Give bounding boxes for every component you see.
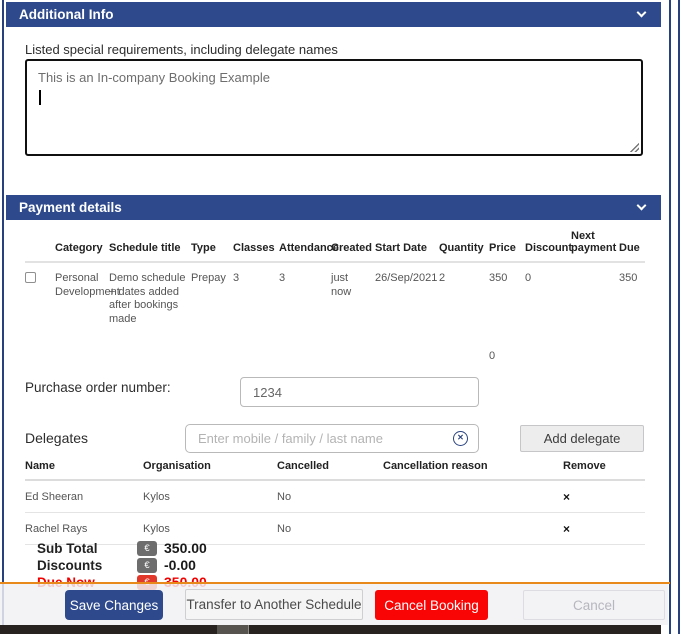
transfer-schedule-button[interactable]: Transfer to Another Schedule (185, 589, 363, 620)
text-cursor (39, 90, 41, 105)
col-classes: Classes (233, 230, 279, 262)
col-discount: Discount (525, 230, 571, 262)
table-summary-value: 0 (489, 350, 495, 362)
cell-due: 350 (619, 262, 645, 326)
cell-created: just now (331, 262, 375, 326)
payment-table: Category Schedule title Type Classes Att… (25, 230, 645, 326)
delegate-organisation: Kylos (143, 480, 277, 513)
col-category: Category (55, 230, 109, 262)
cell-type: Prepay (191, 262, 233, 326)
chevron-down-icon[interactable] (637, 8, 647, 18)
cancel-booking-button[interactable]: Cancel Booking (375, 590, 488, 620)
euro-badge-icon: € (137, 558, 157, 573)
additional-info-title: Additional Info (19, 7, 113, 22)
cell-attendance: 3 (279, 262, 331, 326)
special-requirements-textarea[interactable]: This is an In-company Booking Example (25, 59, 643, 156)
add-delegate-button[interactable]: Add delegate (520, 425, 644, 452)
delegate-cancellation-reason (383, 513, 563, 545)
remove-delegate-icon[interactable]: × (563, 522, 570, 536)
col-price: Price (489, 230, 525, 262)
cancel-button[interactable]: Cancel (523, 590, 665, 620)
col-attendance: Attendance (279, 230, 331, 262)
delegates-header-row: Name Organisation Cancelled Cancellation… (25, 456, 645, 480)
remove-delegate-icon[interactable]: × (563, 490, 570, 504)
scrollbar-thumb[interactable] (217, 625, 249, 634)
cell-quantity: 2 (439, 262, 489, 326)
col-start-date: Start Date (375, 230, 439, 262)
discounts-label: Discounts (37, 558, 137, 573)
special-requirements-label: Listed special requirements, including d… (25, 42, 338, 57)
payment-table-row: Personal Development Demo schedule + dat… (25, 262, 645, 326)
euro-badge-icon: € (137, 541, 157, 556)
delegate-search-input[interactable] (185, 424, 479, 453)
save-changes-button[interactable]: Save Changes (65, 590, 163, 620)
cell-discount: 0 (525, 262, 571, 326)
delegate-cancellation-reason (383, 480, 563, 513)
resize-handle-icon[interactable] (628, 141, 639, 152)
col-organisation: Organisation (143, 456, 277, 480)
discounts-value: -0.00 (164, 557, 196, 573)
discounts-row: Discounts € -0.00 (37, 557, 207, 573)
cell-next-payment (571, 262, 619, 326)
subtotal-value: 350.00 (164, 540, 207, 556)
cell-schedule-title: Demo schedule + dates added after bookin… (109, 262, 191, 326)
cell-classes: 3 (233, 262, 279, 326)
clear-search-icon[interactable]: ✕ (453, 431, 468, 446)
payment-details-title: Payment details (19, 200, 122, 215)
purchase-order-label: Purchase order number: (25, 380, 171, 395)
delegate-name: Ed Sheeran (25, 480, 143, 513)
payment-details-header[interactable]: Payment details (6, 195, 661, 220)
subtotal-label: Sub Total (37, 541, 137, 556)
col-schedule-title: Schedule title (109, 230, 191, 262)
delegate-row: Ed Sheeran Kylos No × (25, 480, 645, 513)
col-cancelled: Cancelled (277, 456, 383, 480)
purchase-order-input[interactable] (240, 377, 479, 407)
page-right-border (678, 0, 680, 634)
delegate-cancelled: No (277, 480, 383, 513)
subtotal-row: Sub Total € 350.00 (37, 540, 207, 556)
col-remove: Remove (563, 456, 645, 480)
cell-price: 350 (489, 262, 525, 326)
col-due: Due (619, 230, 645, 262)
footer-bar: Save Changes Transfer to Another Schedul… (0, 584, 668, 625)
col-name: Name (25, 456, 143, 480)
cell-category: Personal Development (55, 262, 109, 326)
col-created: Created (331, 230, 375, 262)
special-requirements-text: This is an In-company Booking Example (38, 70, 270, 85)
col-quantity: Quantity (439, 230, 489, 262)
horizontal-scrollbar[interactable] (0, 625, 661, 634)
payment-table-header-row: Category Schedule title Type Classes Att… (25, 230, 645, 262)
modal-right-border (669, 0, 671, 634)
col-cancellation-reason: Cancellation reason (383, 456, 563, 480)
modal-left-border (2, 0, 4, 625)
additional-info-header[interactable]: Additional Info (6, 2, 661, 27)
col-next-payment: Next payment (571, 230, 619, 262)
cell-start-date: 26/Sep/2021 (375, 262, 439, 326)
col-checkbox (25, 230, 55, 262)
delegate-search: ✕ (185, 424, 479, 453)
row-checkbox[interactable] (25, 272, 36, 283)
delegates-table: Name Organisation Cancelled Cancellation… (25, 456, 645, 545)
chevron-down-icon[interactable] (637, 201, 647, 211)
col-type: Type (191, 230, 233, 262)
delegates-label: Delegates (25, 430, 88, 446)
delegate-cancelled: No (277, 513, 383, 545)
